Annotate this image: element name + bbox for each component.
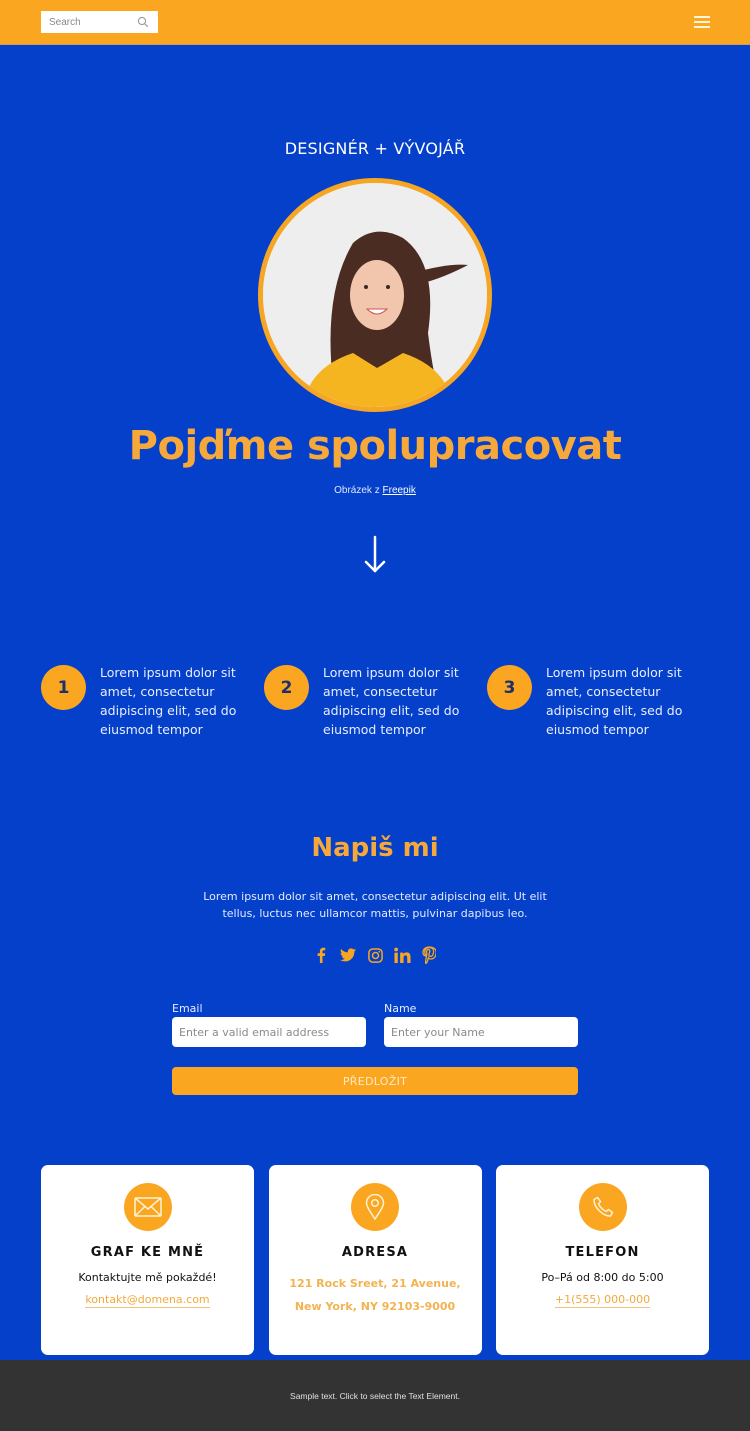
contact-form: Email Name PŘEDLOŽIT <box>172 1002 578 1095</box>
card-text: Po–Pá od 8:00 do 5:00 <box>541 1271 664 1284</box>
map-pin-icon <box>351 1183 399 1231</box>
card-title: TELEFON <box>565 1245 640 1260</box>
twitter-icon[interactable] <box>340 945 357 965</box>
facebook-icon[interactable] <box>313 945 330 965</box>
step-text: Lorem ipsum dolor sit amet, consectetur … <box>100 665 237 737</box>
steps-list: 1 Lorem ipsum dolor sit amet, consectetu… <box>41 663 711 739</box>
card-title: GRAF KE MNĚ <box>90 1245 205 1260</box>
address-text: 121 Rock Sreet, 21 Avenue, New York, NY … <box>269 1272 482 1318</box>
portrait-image <box>263 183 487 407</box>
step-item: 1 Lorem ipsum dolor sit amet, consectetu… <box>41 663 264 739</box>
pinterest-icon[interactable] <box>421 945 438 965</box>
top-bar <box>0 0 750 45</box>
freepik-link[interactable]: Freepik <box>383 485 416 496</box>
contact-title: Napiš mi <box>311 833 439 863</box>
email-link[interactable]: kontakt@domena.com <box>85 1293 210 1308</box>
hero-subtitle: DESIGNÉR + VÝVOJÁŘ <box>284 139 466 158</box>
contact-card-address: ADRESA 121 Rock Sreet, 21 Avenue, New Yo… <box>268 1165 482 1355</box>
name-field-group: Name <box>384 1002 578 1047</box>
step-text: Lorem ipsum dolor sit amet, consectetur … <box>546 665 683 737</box>
card-text: Kontaktujte mě pokaždé! <box>78 1271 217 1284</box>
step-item: 2 Lorem ipsum dolor sit amet, consectetu… <box>264 663 487 739</box>
envelope-icon <box>123 1183 172 1231</box>
social-links <box>0 945 750 965</box>
address-line-1: 121 Rock Sreet, 21 Avenue, <box>289 1277 461 1290</box>
hamburger-menu-icon[interactable] <box>694 16 710 28</box>
step-number-badge: 1 <box>41 665 86 710</box>
contact-card-phone: TELEFON Po–Pá od 8:00 do 5:00 +1(555) 00… <box>496 1165 709 1355</box>
search-input[interactable] <box>49 16 137 28</box>
phone-icon <box>578 1183 627 1231</box>
profile-photo <box>258 178 492 412</box>
credit-prefix: Obrázek z <box>334 485 383 496</box>
name-input[interactable] <box>384 1017 578 1047</box>
step-item: 3 Lorem ipsum dolor sit amet, consectetu… <box>487 663 710 739</box>
address-line-2: New York, NY 92103-9000 <box>294 1300 456 1313</box>
image-credit: Obrázek z Freepik <box>0 485 750 496</box>
instagram-icon[interactable] <box>367 945 384 965</box>
hero-section: DESIGNÉR + VÝVOJÁŘ Pojďme spolupracovat … <box>0 45 750 1360</box>
submit-button[interactable]: PŘEDLOŽIT <box>172 1067 578 1095</box>
contact-card-email: GRAF KE MNĚ Kontaktujte mě pokaždé! kont… <box>41 1165 254 1355</box>
step-number-badge: 2 <box>264 665 309 710</box>
email-field-group: Email <box>172 1002 366 1047</box>
card-title: ADRESA <box>341 1245 409 1260</box>
linkedin-icon[interactable] <box>393 945 411 965</box>
phone-link[interactable]: +1(555) 000-000 <box>554 1293 651 1308</box>
footer: Sample text. Click to select the Text El… <box>0 1360 750 1431</box>
email-label: Email <box>172 1002 203 1015</box>
hero-headline: Pojďme spolupracovat <box>128 423 622 469</box>
arrow-down-icon[interactable] <box>360 535 390 575</box>
step-text: Lorem ipsum dolor sit amet, consectetur … <box>323 665 460 737</box>
search-icon[interactable] <box>137 16 149 28</box>
name-label: Name <box>384 1002 417 1015</box>
footer-text[interactable]: Sample text. Click to select the Text El… <box>290 1391 460 1401</box>
contact-cards: GRAF KE MNĚ Kontaktujte mě pokaždé! kont… <box>41 1165 709 1355</box>
search-box[interactable] <box>41 11 158 33</box>
email-input[interactable] <box>172 1017 366 1047</box>
step-number-badge: 3 <box>487 665 532 710</box>
contact-description: Lorem ipsum dolor sit amet, consectetur … <box>203 890 547 920</box>
